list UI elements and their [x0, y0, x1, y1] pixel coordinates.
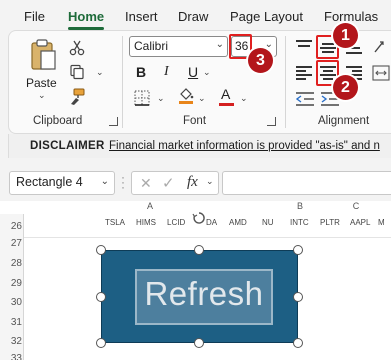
- tab-draw[interactable]: Draw: [178, 9, 208, 24]
- formula-controls: ✕ ✓ fx ⌄: [131, 171, 219, 195]
- align-left-icon[interactable]: [296, 66, 312, 80]
- chevron-down-icon[interactable]: ⌄: [206, 176, 214, 187]
- font-color-letter: A: [221, 86, 231, 102]
- copy-icon[interactable]: [69, 64, 85, 80]
- resize-handle-bottom-left[interactable]: [96, 338, 106, 348]
- column-header-a[interactable]: A: [130, 201, 170, 214]
- font-name-box[interactable]: Calibri ⌄: [129, 36, 228, 57]
- row-header-32[interactable]: 32: [0, 336, 22, 347]
- resize-handle-bottom-right[interactable]: [293, 338, 303, 348]
- paste-label: Paste: [26, 76, 57, 90]
- italic-button[interactable]: I: [164, 64, 169, 80]
- underline-button[interactable]: U: [188, 64, 198, 80]
- clipboard-dialog-launcher[interactable]: [109, 117, 118, 126]
- tab-formulas[interactable]: Formulas: [324, 9, 378, 24]
- font-dialog-launcher[interactable]: [267, 117, 276, 126]
- font-name-value: Calibri: [134, 39, 169, 53]
- bold-button[interactable]: B: [136, 64, 146, 80]
- tab-file[interactable]: File: [24, 9, 45, 24]
- ticker-label: NU: [262, 218, 274, 227]
- ticker-label: INTC: [290, 218, 309, 227]
- chevron-down-icon[interactable]: ⌄: [157, 93, 165, 104]
- rotate-handle-icon[interactable]: [192, 211, 206, 225]
- row-header-27[interactable]: 27: [0, 238, 22, 249]
- step-marker-3: 3: [248, 48, 273, 73]
- name-box[interactable]: Rectangle 4 ⌄: [9, 171, 115, 195]
- decrease-indent-icon[interactable]: [296, 92, 314, 106]
- resize-handle-top-left[interactable]: [96, 245, 106, 255]
- tab-page-layout[interactable]: Page Layout: [230, 9, 303, 24]
- resize-handle-bottom[interactable]: [194, 338, 204, 348]
- row-header-29[interactable]: 29: [0, 278, 22, 289]
- ticker-label: HIMS: [136, 218, 156, 227]
- orientation-icon[interactable]: [372, 39, 388, 55]
- font-color-swatch: [219, 103, 234, 106]
- ribbon-tabs: File Home Insert Draw Page Layout Formul…: [0, 0, 391, 30]
- ticker-label: AMD: [229, 218, 247, 227]
- chevron-down-icon[interactable]: ⌄: [96, 67, 104, 78]
- chevron-down-icon[interactable]: ⌄: [198, 93, 206, 104]
- resize-handle-top[interactable]: [194, 245, 204, 255]
- ticker-label: AAPL: [350, 218, 371, 227]
- refresh-label: Refresh: [144, 275, 264, 312]
- clipboard-group-label: Clipboard: [33, 115, 83, 127]
- row-header-33[interactable]: 33: [0, 353, 22, 360]
- paste-button[interactable]: Paste ⌄: [26, 38, 60, 100]
- chevron-down-icon: ⌄: [38, 90, 46, 100]
- chevron-down-icon[interactable]: ⌄: [240, 93, 248, 104]
- tab-home[interactable]: Home: [68, 9, 104, 24]
- disclaimer-title: DISCLAIMER: [30, 140, 105, 152]
- disclaimer-link[interactable]: Financial market information is provided…: [109, 140, 380, 152]
- chevron-down-icon: ⌄: [100, 176, 109, 187]
- row-header-30[interactable]: 30: [0, 297, 22, 308]
- cut-icon[interactable]: [69, 40, 85, 56]
- more-options-icon[interactable]: · · ·: [120, 171, 126, 193]
- group-separator: [122, 36, 123, 128]
- ticker-label: M: [378, 218, 385, 227]
- resize-handle-left[interactable]: [96, 292, 106, 302]
- paste-icon: [31, 39, 56, 70]
- formula-bar: Rectangle 4 ⌄ · · · ✕ ✓ fx ⌄: [0, 165, 391, 201]
- row-divider: [24, 237, 391, 238]
- enter-icon[interactable]: ✓: [162, 174, 175, 192]
- top-align-icon[interactable]: [296, 40, 312, 54]
- font-color-button[interactable]: A: [219, 86, 235, 106]
- group-separator: [285, 36, 286, 128]
- step-marker-2: 2: [333, 75, 358, 100]
- ticker-label: LCID: [167, 218, 186, 227]
- column-header-c[interactable]: C: [346, 201, 366, 214]
- ticker-label: DA: [206, 218, 218, 227]
- font-group-label: Font: [183, 115, 207, 127]
- disclaimer-bar: DISCLAIMER Financial market information …: [8, 134, 391, 158]
- merge-center-icon[interactable]: [372, 65, 390, 81]
- resize-handle-right[interactable]: [293, 292, 303, 302]
- row-header-26[interactable]: 26: [0, 221, 22, 232]
- tab-insert[interactable]: Insert: [125, 9, 158, 24]
- chevron-down-icon[interactable]: ⌄: [203, 67, 211, 78]
- alignment-group-label: Alignment: [318, 115, 370, 127]
- ticker-label: PLTR: [320, 218, 340, 227]
- chevron-down-icon: ⌄: [215, 39, 224, 50]
- ticker-label: TSLA: [105, 218, 126, 227]
- fill-color-icon[interactable]: [177, 86, 195, 104]
- step-marker-1: 1: [333, 23, 358, 48]
- cancel-icon[interactable]: ✕: [140, 175, 152, 192]
- resize-handle-top-right[interactable]: [293, 245, 303, 255]
- name-box-value: Rectangle 4: [16, 175, 83, 189]
- insert-function-button[interactable]: fx: [187, 174, 198, 191]
- row-header-31[interactable]: 31: [0, 317, 22, 328]
- format-painter-icon[interactable]: [68, 88, 86, 106]
- borders-icon[interactable]: [134, 90, 150, 106]
- column-header-b[interactable]: B: [290, 201, 310, 214]
- formula-input[interactable]: [222, 171, 391, 195]
- row-header-28[interactable]: 28: [0, 258, 22, 269]
